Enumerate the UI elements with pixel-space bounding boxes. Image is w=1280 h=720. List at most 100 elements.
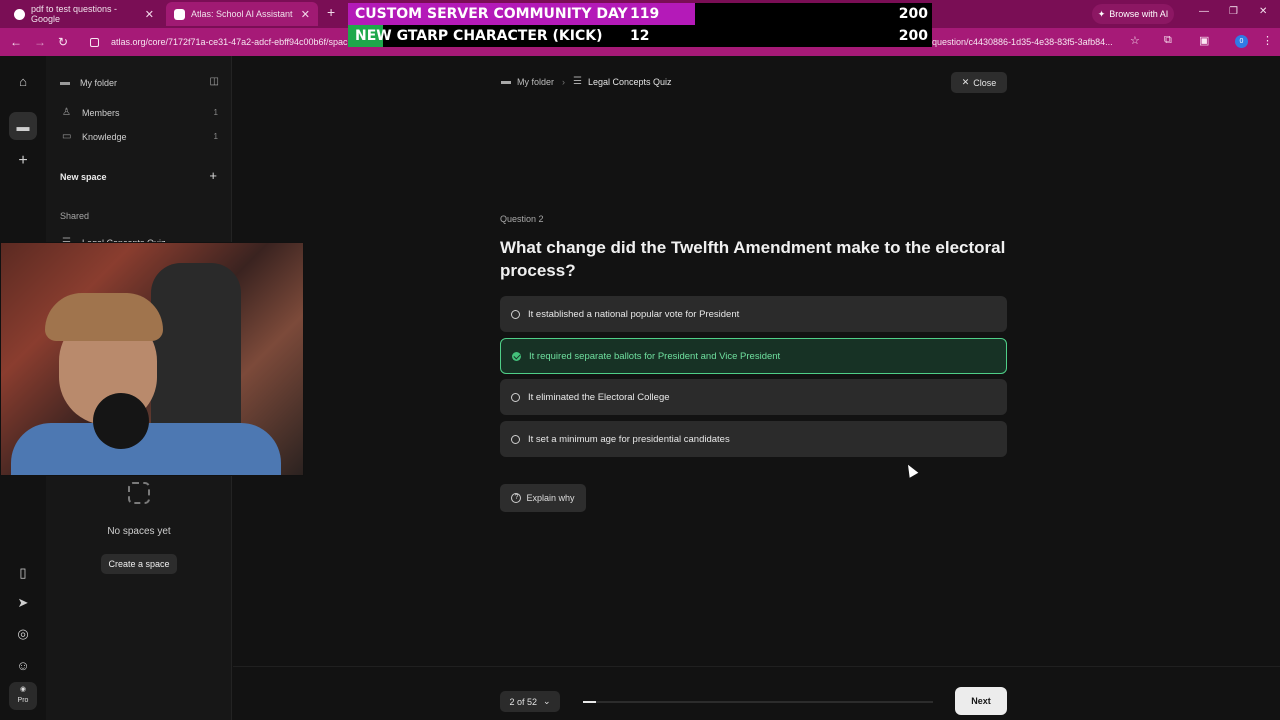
answer-option[interactable]: It established a national popular vote f…	[500, 296, 1007, 332]
answer-option[interactable]: It set a minimum age for presidential ca…	[500, 421, 1007, 457]
sidebar-item-label: Knowledge	[82, 131, 127, 142]
profile-avatar[interactable]: 0	[1235, 35, 1248, 48]
answer-option-text: It eliminated the Electoral College	[528, 391, 670, 403]
upgrade-icon: ◉	[19, 686, 27, 693]
close-button[interactable]: ✕ Close	[951, 72, 1007, 93]
goal-name: CUSTOM SERVER COMMUNITY DAY	[355, 6, 628, 22]
question-text: What change did the Twelfth Amendment ma…	[500, 238, 1006, 280]
stream-goal-overlay: CUSTOM SERVER COMMUNITY DAY 119 200 NEW …	[348, 0, 932, 47]
sidebar-item-label: Members	[82, 107, 120, 118]
globe-icon[interactable]: ◎	[12, 623, 34, 645]
goal-target: 200	[898, 6, 928, 22]
sparkle-icon: ✦	[1097, 8, 1106, 19]
browser-menu-icon[interactable]: ⋮	[1262, 34, 1273, 47]
radio-icon	[511, 392, 520, 402]
quiz-footer: 2 of 52 ⌄ Next	[233, 666, 1280, 720]
goal-target: 200	[898, 28, 928, 44]
radio-icon	[511, 309, 520, 319]
user-icon[interactable]: ☺	[12, 654, 34, 676]
next-button[interactable]: Next	[955, 687, 1007, 715]
add-icon[interactable]: +	[12, 150, 34, 172]
check-circle-icon	[512, 351, 521, 361]
browse-with-ai-button[interactable]: ✦ Browse with AI	[1092, 4, 1174, 24]
goal-row: CUSTOM SERVER COMMUNITY DAY 119 200	[348, 3, 932, 25]
folder-icon: ▬	[60, 77, 70, 88]
create-space-button[interactable]: Create a space	[101, 554, 177, 574]
minimize-icon[interactable]: —	[1199, 6, 1209, 17]
goal-count: 12	[630, 28, 650, 44]
answer-option-text: It required separate ballots for Preside…	[529, 350, 781, 362]
sidebar-item-knowledge[interactable]: ▭ Knowledge 1	[62, 131, 218, 142]
close-label: Close	[973, 77, 997, 88]
goal-count: 119	[630, 6, 660, 22]
webcam-cap	[45, 293, 163, 341]
extensions-icon[interactable]: ⧉	[1164, 34, 1172, 47]
home-icon[interactable]: ⌂	[12, 70, 34, 92]
webcam-overlay	[0, 242, 304, 476]
radio-icon	[511, 434, 520, 444]
new-tab-icon[interactable]: +	[327, 4, 335, 20]
chevron-right-icon: ›	[562, 76, 566, 87]
pro-upgrade-button[interactable]: ◉ Pro	[9, 682, 37, 710]
question-mark-icon: ?	[511, 493, 522, 503]
browser-tab-atlas[interactable]: Atlas: School AI Assistant ✕	[166, 2, 318, 26]
phone-icon[interactable]: ▯	[12, 562, 34, 584]
browse-with-ai-label: Browse with AI	[1109, 9, 1169, 19]
list-icon: ☰	[573, 76, 582, 87]
pager-label: 2 of 52	[509, 696, 537, 707]
chevron-down-icon: ⌄	[542, 696, 551, 706]
goal-name: NEW GTARP CHARACTER (KICK)	[355, 28, 603, 44]
sidebar-item-count: 1	[213, 108, 218, 117]
restore-icon[interactable]: ❐	[1229, 6, 1238, 17]
url-text-start: atlas.org/core/7172f71a-ce31-47a2-adcf-e…	[111, 37, 348, 47]
folder-icon: ▬	[501, 76, 511, 87]
answer-option-text: It set a minimum age for presidential ca…	[528, 433, 730, 445]
empty-spaces-icon	[128, 482, 150, 504]
quiz-progress-track	[583, 701, 933, 703]
sidebar-item-members[interactable]: ♙ Members 1	[62, 107, 218, 118]
breadcrumb: ▬ My folder › ☰ Legal Concepts Quiz	[501, 76, 672, 87]
question-pager-dropdown[interactable]: 2 of 52 ⌄	[500, 691, 560, 712]
explain-why-button[interactable]: ? Explain why	[500, 484, 586, 512]
quiz-progress-fill	[583, 701, 597, 703]
breadcrumb-current: Legal Concepts Quiz	[587, 76, 672, 87]
quiz-main: ▬ My folder › ☰ Legal Concepts Quiz ✕ Cl…	[233, 56, 1280, 720]
person-icon: ♙	[62, 107, 71, 118]
goal-row: NEW GTARP CHARACTER (KICK) 12 200	[348, 25, 932, 47]
sidebar-item-count: 1	[213, 132, 218, 141]
answer-option[interactable]: It eliminated the Electoral College	[500, 379, 1007, 415]
answer-option-correct[interactable]: It required separate ballots for Preside…	[500, 338, 1007, 374]
bookmark-star-icon[interactable]: ☆	[1130, 34, 1140, 47]
collapse-sidebar-icon[interactable]: ◫	[210, 76, 219, 87]
shared-heading: Shared	[60, 211, 90, 221]
back-icon[interactable]: ←	[10, 35, 22, 49]
send-icon[interactable]: ➤	[12, 592, 34, 614]
close-tab-icon[interactable]: ✕	[301, 8, 310, 21]
close-icon: ✕	[961, 77, 970, 87]
folder-icon: ▭	[62, 131, 72, 142]
microphone-icon	[93, 393, 149, 449]
site-info-icon[interactable]	[90, 37, 99, 47]
pro-label: Pro	[17, 697, 29, 704]
answer-option-text: It established a national popular vote f…	[528, 308, 740, 320]
tab-title: pdf to test questions - Google	[31, 4, 118, 24]
google-favicon-icon	[14, 8, 25, 20]
sidebar-folder[interactable]: ▬ My folder	[60, 77, 117, 88]
sidepanel-icon[interactable]: ▣	[1199, 34, 1209, 47]
empty-state-text: No spaces yet	[107, 526, 171, 537]
folder-icon[interactable]: ▬	[9, 112, 37, 140]
explain-why-label: Explain why	[526, 493, 575, 503]
tab-title: Atlas: School AI Assistant	[191, 9, 293, 19]
reload-icon[interactable]: ↻	[58, 35, 68, 49]
sidebar-folder-label: My folder	[80, 77, 118, 88]
browser-tab-google[interactable]: pdf to test questions - Google ✕	[6, 2, 162, 26]
atlas-favicon-icon	[174, 8, 185, 20]
window-close-icon[interactable]: ✕	[1259, 6, 1267, 17]
breadcrumb-folder[interactable]: My folder	[517, 77, 554, 87]
close-tab-icon[interactable]: ✕	[145, 8, 154, 21]
add-space-icon[interactable]: +	[209, 168, 217, 183]
forward-icon[interactable]: →	[34, 35, 46, 49]
url-text-end: question/c4430886-1d35-4e38-83f5-3afb84.…	[932, 37, 1113, 47]
new-space-label: New space	[60, 172, 107, 182]
new-space-row[interactable]: New space	[60, 172, 107, 182]
